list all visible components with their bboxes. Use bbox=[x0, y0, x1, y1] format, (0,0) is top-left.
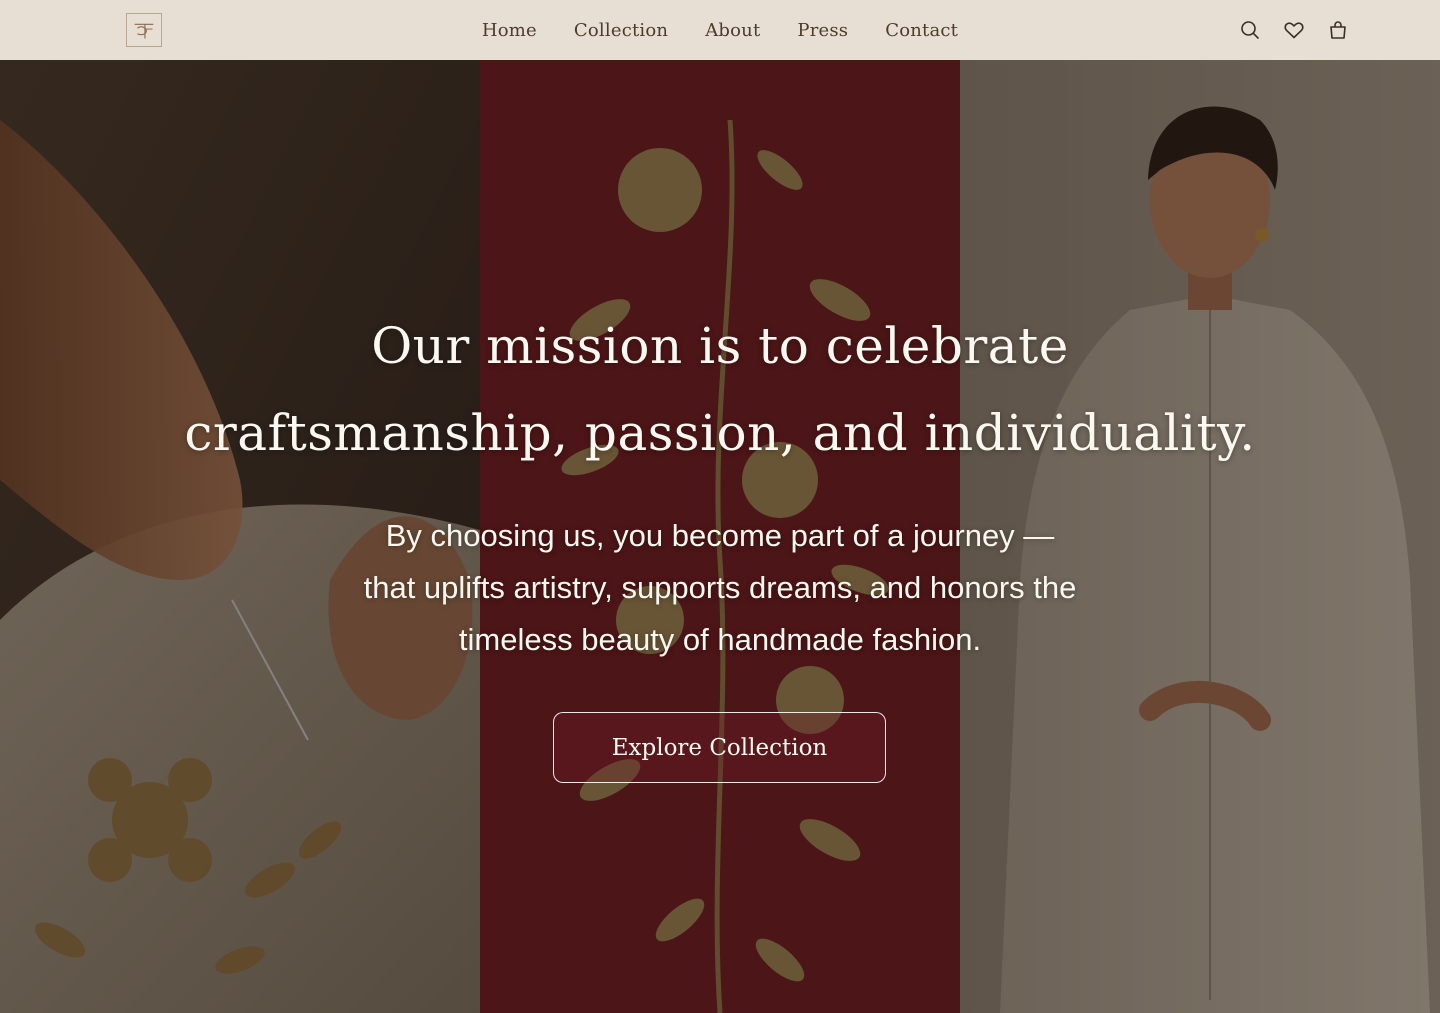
nav-link-about[interactable]: About bbox=[705, 20, 760, 41]
heart-icon[interactable] bbox=[1282, 18, 1306, 42]
hero-content: Our mission is to celebrate craftsmanshi… bbox=[0, 60, 1440, 1013]
hero-subtext-line-3: timeless beauty of handmade fashion. bbox=[458, 622, 982, 657]
hero-subtext: By choosing us, you become part of a jou… bbox=[220, 510, 1220, 666]
top-navigation-bar: Home Collection About Press Contact bbox=[0, 0, 1440, 60]
nav-link-press[interactable]: Press bbox=[797, 20, 848, 41]
hero-subtext-line-1: By choosing us, you become part of a jou… bbox=[385, 518, 1055, 553]
nav-link-home[interactable]: Home bbox=[482, 20, 537, 41]
hero-subtext-line-2: that uplifts artistry, supports dreams, … bbox=[363, 570, 1077, 605]
shopping-bag-icon[interactable] bbox=[1326, 18, 1350, 42]
hero-headline-line-1: Our mission is to celebrate bbox=[371, 317, 1069, 375]
hero-section: Our mission is to celebrate craftsmanshi… bbox=[0, 60, 1440, 1013]
hero-headline-line-2: craftsmanship, passion, and individualit… bbox=[184, 404, 1256, 462]
nav-icon-group bbox=[1238, 18, 1350, 42]
hero-headline: Our mission is to celebrate craftsmanshi… bbox=[120, 303, 1320, 477]
explore-collection-button[interactable]: Explore Collection bbox=[553, 712, 886, 783]
nav-link-collection[interactable]: Collection bbox=[574, 20, 668, 41]
nav-link-contact[interactable]: Contact bbox=[885, 20, 958, 41]
primary-nav-links: Home Collection About Press Contact bbox=[0, 0, 1440, 60]
search-icon[interactable] bbox=[1238, 18, 1262, 42]
